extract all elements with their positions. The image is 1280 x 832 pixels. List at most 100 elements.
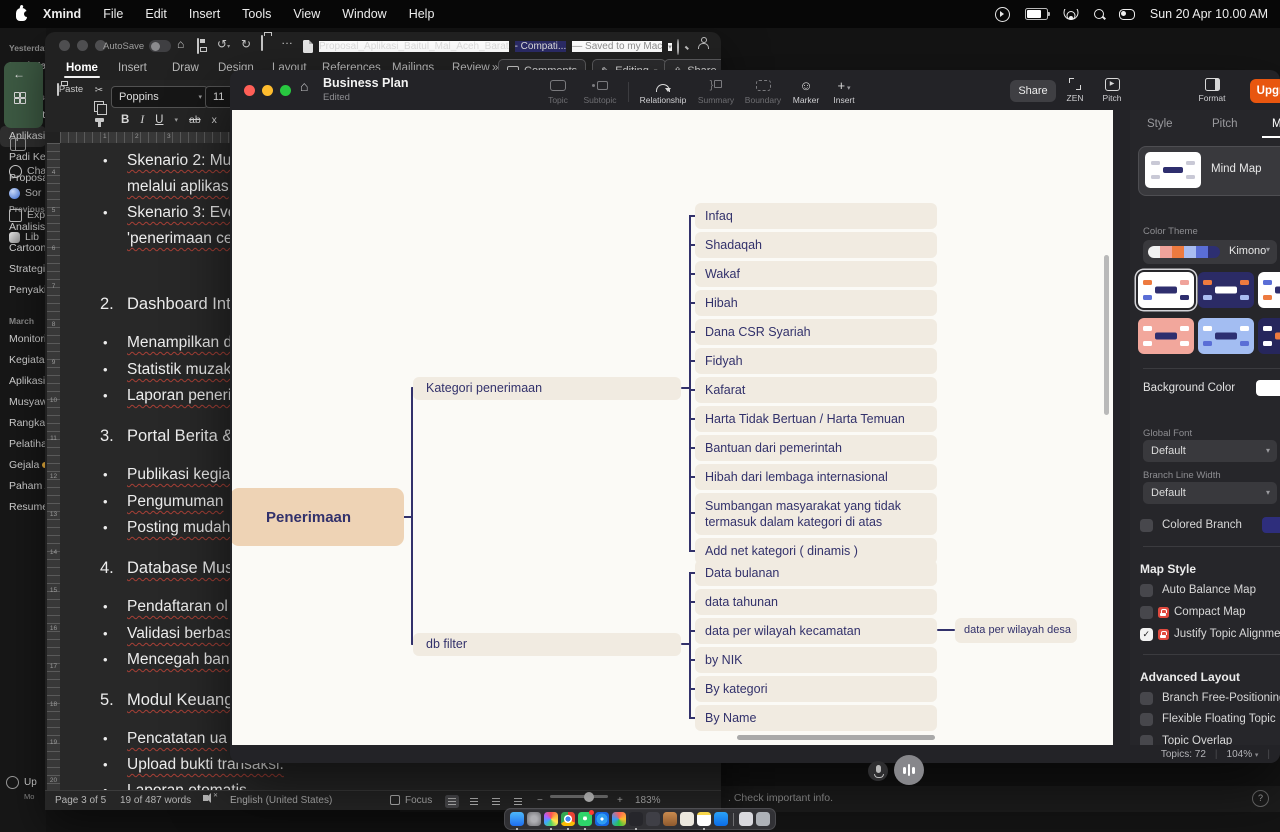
auto-balance-checkbox[interactable] [1140,584,1153,597]
apple-icon[interactable] [16,8,27,21]
menubar-item[interactable]: Window [342,7,386,21]
zoom-button[interactable] [280,85,291,96]
theme-thumbnail[interactable] [1138,272,1194,308]
topic-overlap-checkbox[interactable] [1140,735,1153,745]
battery-icon[interactable] [1025,8,1048,20]
summary-tool[interactable]: }Summary [694,77,738,105]
dock-icon-photos[interactable] [544,812,558,826]
history-item[interactable]: Paham A [0,476,46,497]
grid-icon[interactable] [14,92,25,103]
nav-item[interactable]: Exp [0,204,46,226]
background-color-swatch[interactable] [1256,380,1280,396]
menubar-item[interactable]: Help [409,7,435,21]
dock-icon-safari[interactable] [595,812,609,826]
paste-button[interactable]: Paste [53,84,87,95]
subtopic-node[interactable]: Data bulanan [695,560,937,586]
menubar-item[interactable]: Insert [189,7,220,21]
tab-map[interactable]: Map [1272,118,1280,130]
page-indicator[interactable]: Page 3 of 5 [55,795,106,806]
branch-free-positioning-checkbox[interactable] [1140,692,1153,705]
dock-icon-chrome[interactable] [561,812,575,826]
share-button[interactable]: Share [1010,80,1056,102]
history-item[interactable]: Kegiatan [0,350,46,371]
control-center-icon[interactable] [1119,9,1135,20]
menubar-item[interactable]: Edit [145,7,167,21]
dock-icon-xmind[interactable] [629,812,643,826]
justify-alignment-checkbox[interactable] [1140,628,1153,641]
menubar-item[interactable]: File [103,7,123,21]
subtopic-node[interactable]: Dana CSR Syariah [695,319,937,345]
subtopic-node[interactable]: Fidyah [695,348,937,374]
subtopic-node[interactable]: By Name [695,705,937,731]
zen-button[interactable]: ZEN [1060,77,1090,103]
italic-button[interactable]: I [140,114,144,126]
subtopic-node[interactable]: Sumbangan masyarakat yang tidak termasuk… [695,493,937,535]
print-layout-view-icon[interactable] [445,795,459,808]
history-item[interactable]: Gejala [0,455,46,476]
history-item[interactable]: Pelatiha [0,434,46,455]
history-item[interactable]: Aplikasi [0,371,46,392]
menubar-clock[interactable]: Sun 20 Apr 10.00 AM [1150,7,1268,21]
central-topic[interactable]: Penerimaan [232,488,404,546]
home-icon[interactable]: ⌂ [177,37,184,51]
subtopic-node[interactable]: Infaq [695,203,937,229]
subtopic-node[interactable]: data per wilayah kecamatan [695,618,937,644]
format-button[interactable]: Format [1192,77,1232,103]
subtopic-node[interactable]: Hibah [695,290,937,316]
history-item[interactable]: Strategi [0,259,46,280]
sidebar-toggle-icon[interactable] [10,138,26,151]
subtopic-node[interactable]: data tahunan [695,589,937,615]
spotlight-icon[interactable] [1094,9,1104,19]
wifi-icon[interactable] [1063,9,1079,20]
bold-button[interactable]: B [121,114,129,126]
colored-branch-checkbox[interactable] [1140,519,1153,532]
tab-home[interactable]: Home [66,62,98,74]
window-controls[interactable] [244,85,291,96]
history-item[interactable]: Musyawa [0,392,46,413]
microphone-icon[interactable] [868,761,888,781]
close-button[interactable] [59,40,70,51]
theme-thumbnail[interactable] [1198,318,1254,354]
zoom-in-button[interactable]: + [617,795,623,806]
dock-icon-books[interactable] [663,812,677,826]
dock-icon-folder[interactable] [646,812,660,826]
subtopic-node[interactable]: Hibah dari lembaga internasional [695,464,937,490]
relationship-tool[interactable]: Relationship [634,77,692,105]
subtopic-node[interactable]: Kafarat [695,377,937,403]
subtopic-node[interactable]: Harta Tidak Bertuan / Harta Temuan [695,406,937,432]
language-indicator[interactable]: English (United States) [230,795,332,806]
subtopic-node[interactable]: Bantuan dari pemerintah [695,435,937,461]
zoom-out-button[interactable]: − [537,795,543,806]
subtopic-node[interactable]: Wakaf [695,261,937,287]
vertical-scrollbar[interactable] [1104,255,1109,415]
zoom-level[interactable]: 104% ▾ [1227,749,1259,760]
subtopic-node[interactable]: Shadaqah [695,232,937,258]
tab-draw[interactable]: Draw [172,62,199,74]
dock-icon-settings[interactable] [527,812,541,826]
history-item[interactable]: Resume [0,497,46,518]
format-painter-icon[interactable] [95,118,104,122]
history-item[interactable]: Rangkai [0,413,46,434]
underline-button[interactable]: U [155,114,163,126]
home-icon[interactable]: ⌂ [300,78,308,94]
main-topic[interactable]: db filter [413,633,681,656]
save-icon[interactable] [197,39,199,53]
back-icon[interactable]: ← [13,67,25,81]
insert-tool[interactable]: +▾Insert [826,77,862,105]
marker-tool[interactable]: ☺Marker [788,77,824,105]
subscript-button[interactable]: x [212,114,217,126]
voice-wave-button[interactable] [894,755,924,785]
mindmap-canvas[interactable]: Penerimaan Kategori penerimaan db filter… [232,110,1113,745]
subtopic-node[interactable]: by NIK [695,647,937,673]
redo-icon[interactable]: ↻ [241,37,251,51]
dock-icon-trash[interactable] [756,812,770,826]
underline-chevron[interactable]: ▾ [174,116,178,124]
nav-item[interactable]: Sor [0,182,46,204]
menubar-item[interactable]: View [293,7,320,21]
draft-view-icon[interactable] [511,795,525,808]
copy-icon[interactable] [94,101,104,112]
menubar-item[interactable]: Tools [242,7,271,21]
minimize-button[interactable] [262,85,273,96]
font-name-select[interactable]: Poppins▾ [111,86,208,108]
zoom-slider[interactable] [550,795,608,798]
